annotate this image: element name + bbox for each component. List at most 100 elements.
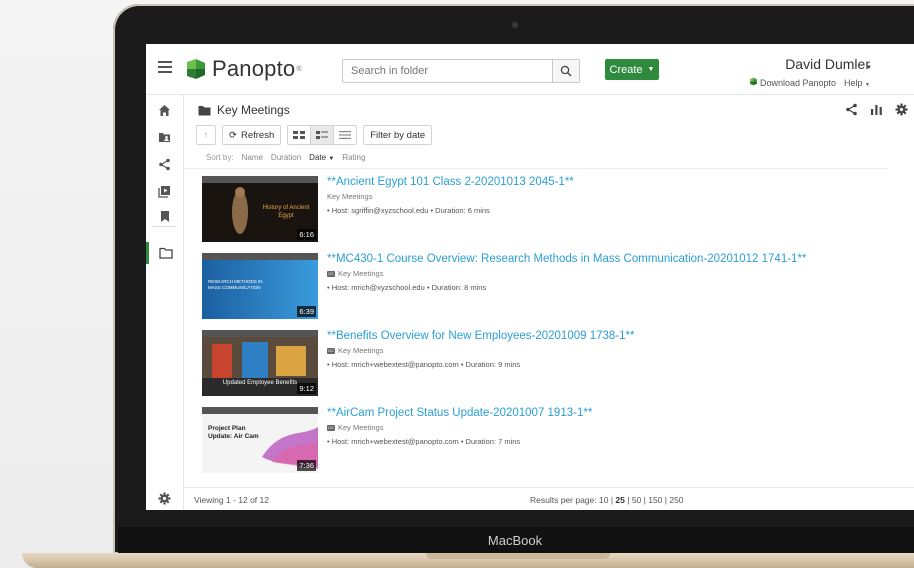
app-screen: Panopto® Create ▼ David Dumler ▼ — [146, 44, 914, 510]
sidebar-item-everything[interactable] — [146, 180, 183, 202]
create-label: Create — [609, 63, 643, 76]
session-folder-label: Key Meetings — [338, 269, 384, 278]
session-title-link[interactable]: **Ancient Egypt 101 Class 2-20201013 204… — [327, 176, 574, 188]
laptop-brand: MacBook — [487, 533, 543, 548]
page-size-25[interactable]: 25 — [615, 495, 624, 505]
panopto-small-icon — [749, 77, 758, 86]
list-item[interactable]: RESEARCH METHODS IN MASS COMMUNICATION 6… — [202, 253, 892, 323]
panopto-logo-icon — [184, 57, 208, 81]
sidebar-item-home[interactable] — [146, 99, 183, 121]
grid-icon — [293, 131, 306, 139]
user-menu[interactable]: David Dumler — [785, 56, 870, 72]
sidebar-item-browse[interactable] — [146, 242, 183, 264]
menu-icon[interactable] — [158, 61, 172, 73]
refresh-button[interactable]: ⟳ Refresh — [222, 125, 282, 145]
video-thumbnail[interactable]: History of Ancient Egypt 6:16 — [202, 176, 318, 242]
results-label: Results per page: — [530, 495, 597, 505]
folder-header: Key Meetings — [198, 103, 290, 117]
panopto-logo[interactable]: Panopto ® — [184, 56, 302, 82]
share-icon[interactable] — [845, 103, 858, 116]
sort-desc-icon: ▼ — [328, 156, 335, 162]
session-meta: • Host: mrich@xyzschool.edu • Duration: … — [327, 283, 487, 292]
session-folder-label: Key Meetings — [327, 192, 373, 201]
list-item[interactable]: Project Plan Update: Air Cam 7:36 **AirC… — [202, 407, 892, 477]
page-size-250[interactable]: 250 — [669, 495, 683, 505]
download-link[interactable]: Download Panopto — [749, 77, 836, 88]
thumb-text: RESEARCH METHODS IN MASS COMMUNICATION — [208, 279, 263, 290]
search-button[interactable] — [552, 60, 579, 82]
session-folder-label: Key Meetings — [338, 423, 384, 432]
header-links: Download Panopto Help ▼ — [749, 77, 870, 88]
search-box — [342, 59, 580, 83]
sidebar-item-shared[interactable] — [146, 153, 183, 175]
thumb-text: Project Plan Update: Air Cam — [208, 425, 259, 440]
captions-icon: CC — [327, 347, 335, 354]
stats-icon[interactable] — [870, 103, 883, 116]
laptop-notch — [426, 553, 610, 559]
session-title-link[interactable]: **AirCam Project Status Update-20201007 … — [327, 407, 592, 419]
top-bar: Panopto® Create ▼ David Dumler ▼ — [146, 44, 914, 95]
gear-icon — [158, 492, 171, 505]
sidebar-item-my-folder[interactable] — [146, 126, 183, 148]
folder-toolbar: ↑ ⟳ Refresh Filter by date — [196, 125, 433, 145]
duration-badge: 6:39 — [297, 306, 316, 317]
session-folder: Key Meetings — [327, 192, 372, 201]
video-library-icon — [158, 185, 170, 198]
session-folder: CC Key Meetings — [327, 423, 383, 432]
arrow-up-icon: ↑ — [203, 129, 209, 141]
gear-icon[interactable] — [895, 103, 908, 116]
list-item[interactable]: Updated Employee Benefits 9:12 **Benefit… — [202, 330, 892, 400]
settings-button[interactable] — [158, 492, 171, 510]
captions-icon: CC — [327, 424, 335, 431]
list-view-button[interactable] — [334, 126, 356, 144]
session-meta: • Host: mrich+webextest@panopto.com • Du… — [327, 360, 521, 369]
caret-down-icon: ▼ — [865, 81, 870, 88]
search-input[interactable] — [343, 60, 552, 82]
duration-badge: 9:12 — [297, 383, 316, 394]
sort-option-name[interactable]: Name — [242, 153, 263, 162]
view-mode-group — [287, 125, 358, 145]
session-meta: • Host: sgriffin@xyzschool.edu • Duratio… — [327, 206, 490, 215]
video-thumbnail[interactable]: Project Plan Update: Air Cam 7:36 — [202, 407, 318, 473]
thumb-participant-strip — [202, 330, 318, 337]
search-icon — [560, 65, 572, 77]
session-folder-label: Key Meetings — [338, 346, 384, 355]
sort-option-rating[interactable]: Rating — [342, 153, 365, 162]
sort-option-date-label: Date — [309, 153, 327, 162]
detail-list-icon — [316, 131, 329, 139]
duration-badge: 7:36 — [297, 460, 316, 471]
detail-view-button[interactable] — [311, 126, 335, 144]
pagination-footer: Viewing 1 - 12 of 12 Results per page: 1… — [184, 487, 914, 510]
thumb-participant-strip — [202, 176, 318, 183]
page-size-50[interactable]: 50 — [632, 495, 641, 505]
folder-icon — [198, 105, 211, 115]
results-per-page: Results per page: 10 | 25 | 50 | 150 | 2… — [530, 495, 684, 505]
bookmark-icon — [160, 210, 169, 222]
sidebar-item-bookmarks[interactable] — [146, 205, 183, 227]
caret-down-icon: ▼ — [647, 66, 655, 73]
logo-text: Panopto — [212, 56, 296, 81]
page-size-10[interactable]: 10 — [599, 495, 608, 505]
folder-outline-icon — [159, 247, 173, 259]
filter-by-date-button[interactable]: Filter by date — [363, 125, 433, 145]
folder-user-icon — [159, 133, 170, 142]
thumb-participant-strip — [202, 407, 318, 414]
session-folder: CC Key Meetings — [327, 346, 383, 355]
video-thumbnail[interactable]: RESEARCH METHODS IN MASS COMMUNICATION 6… — [202, 253, 318, 319]
folder-title: Key Meetings — [217, 103, 290, 117]
session-title-link[interactable]: **Benefits Overview for New Employees-20… — [327, 330, 634, 342]
grid-view-button[interactable] — [288, 126, 312, 144]
sort-option-duration[interactable]: Duration — [271, 153, 301, 162]
help-menu[interactable]: Help ▼ — [844, 78, 870, 88]
list-item[interactable]: History of Ancient Egypt 6:16 **Ancient … — [202, 176, 892, 246]
captions-icon: CC — [327, 270, 335, 277]
session-title-link[interactable]: **MC430-1 Course Overview: Research Meth… — [327, 253, 806, 265]
sort-option-date[interactable]: Date ▼ — [309, 153, 334, 162]
help-label: Help — [844, 77, 863, 88]
page-size-150[interactable]: 150 — [648, 495, 662, 505]
up-folder-button[interactable]: ↑ — [196, 125, 216, 145]
create-button[interactable]: Create ▼ — [605, 59, 659, 80]
thumb-text: History of Ancient Egypt — [262, 205, 310, 219]
video-thumbnail[interactable]: Updated Employee Benefits 9:12 — [202, 330, 318, 396]
sort-label: Sort by: — [206, 153, 234, 162]
